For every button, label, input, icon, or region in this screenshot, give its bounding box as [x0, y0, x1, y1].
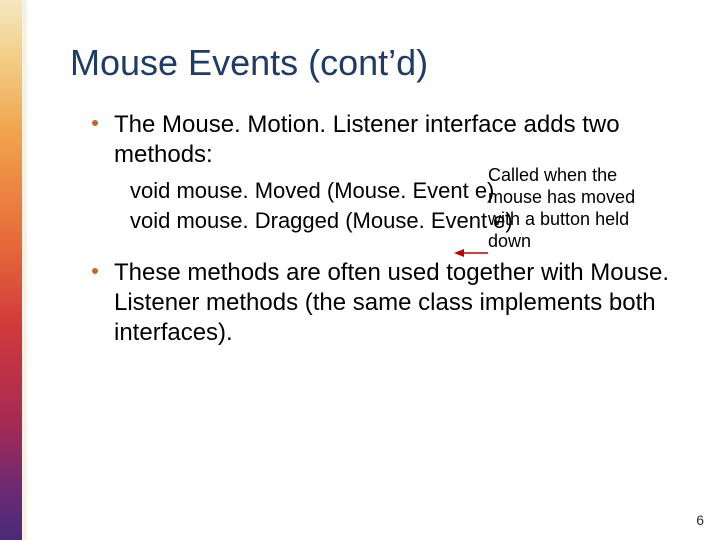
arrow-icon: [454, 248, 488, 249]
bullet-text: The Mouse. Motion. Listener interface ad…: [114, 110, 680, 170]
bullet-item: These methods are often used together wi…: [70, 258, 680, 348]
slide-body: Mouse Events (cont’d) The Mouse. Motion.…: [0, 0, 720, 540]
bullet-dot-icon: [92, 268, 98, 274]
bullet-item: The Mouse. Motion. Listener interface ad…: [70, 110, 680, 170]
bullet-dot-icon: [92, 120, 98, 126]
callout-annotation: Called when the mouse has moved with a b…: [488, 164, 658, 252]
slide-title: Mouse Events (cont’d): [70, 42, 680, 84]
page-number: 6: [696, 512, 704, 528]
bullet-text: These methods are often used together wi…: [114, 258, 680, 348]
